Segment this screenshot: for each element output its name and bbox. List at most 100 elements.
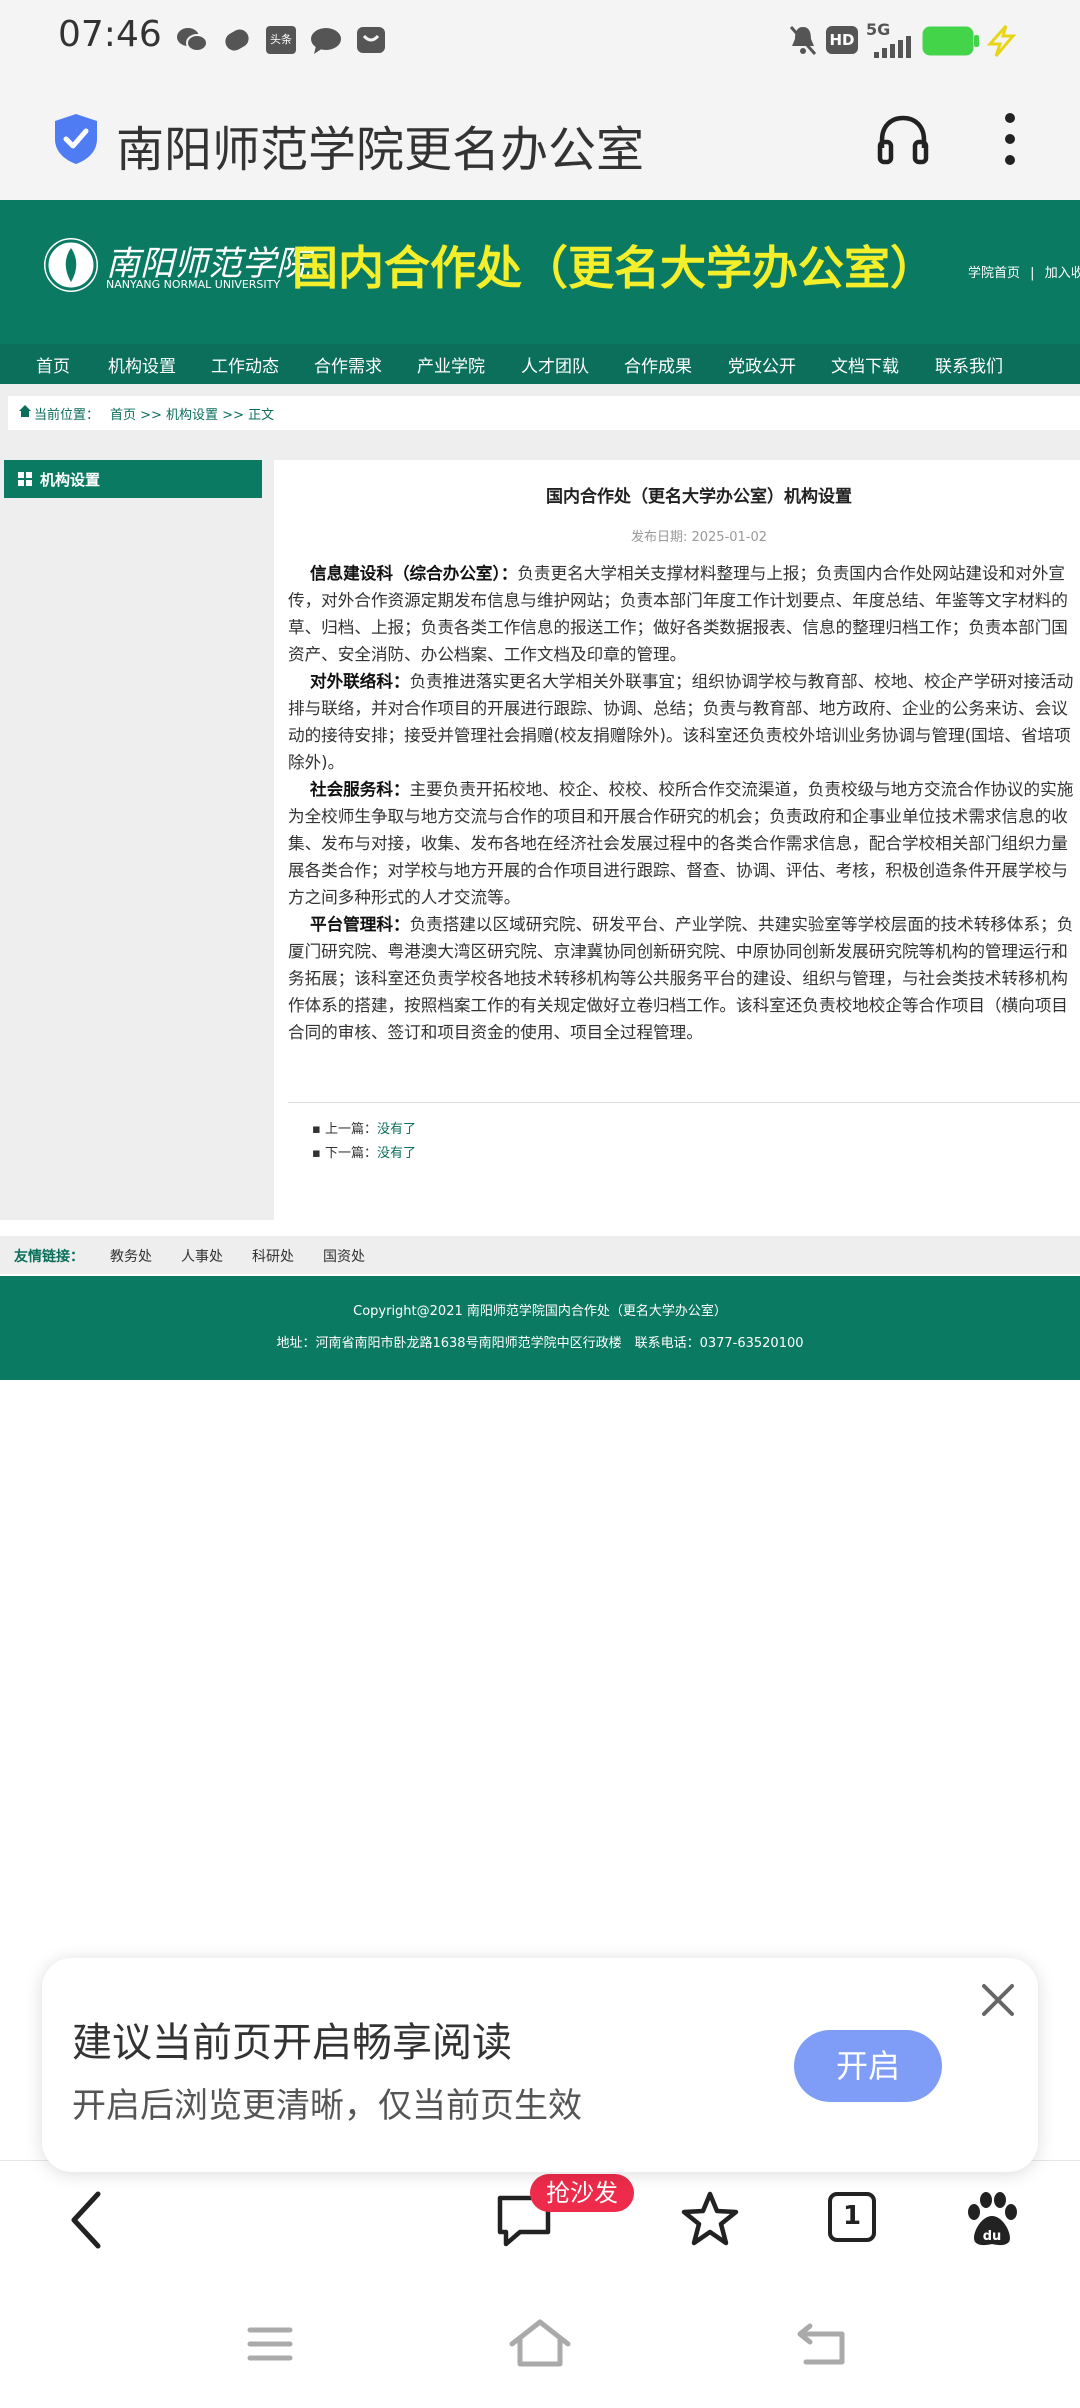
article-date: 发布日期: 2025-01-02 [630, 530, 768, 545]
main-nav-items: 首页 机构设置 工作动态 合作需求 产业学院 人才团队 合作成果 党政公开 文档… [0, 344, 1080, 384]
friend-link-research[interactable]: 科研处 [252, 1246, 294, 1266]
banner-subtitle: 开启后浏览更清晰，仅当前页生效 [72, 2086, 582, 2126]
nav-item-home[interactable]: 首页 [36, 352, 70, 377]
star-icon[interactable] [680, 2190, 740, 2248]
logo-english-name: NANYANG NORMAL UNIVERSITY [106, 278, 281, 291]
paragraph-line: 除外)。 [288, 753, 345, 772]
top-links: 学院首页 | 加入收 [968, 262, 1080, 281]
hd-icon: HD [826, 26, 858, 54]
svg-text:du: du [983, 2229, 1002, 2244]
spacer-band [0, 430, 1080, 460]
paragraph-head: 社会服务科： [310, 780, 410, 799]
baidu-paw-icon[interactable]: du [964, 2190, 1020, 2250]
paragraph-line: 合同的审核、签订和项目资金的使用、项目全过程管理。 [288, 1023, 703, 1042]
bag-icon [357, 27, 385, 53]
wechat-icon [177, 28, 208, 52]
status-time: 07:46 [58, 14, 162, 55]
paragraph-line: 厦门研究院、粤港澳大湾区研究院、京津冀协同创新研究院、中原协同创新发展研究院等机… [288, 942, 1068, 961]
back-nav-icon[interactable] [796, 2320, 848, 2366]
friend-link-assets[interactable]: 国资处 [323, 1246, 365, 1266]
next-label: 下一篇： [324, 1146, 377, 1161]
nav-item-talent[interactable]: 人才团队 [521, 352, 589, 377]
article-title: 国内合作处（更名大学办公室）机构设置 [546, 487, 852, 507]
nav-item-results[interactable]: 合作成果 [624, 352, 692, 377]
close-icon[interactable] [978, 1980, 1018, 2020]
nav-item-contact[interactable]: 联系我们 [935, 352, 1003, 377]
paragraph-line: 展各类合作；对学校与地方开展的合作项目进行跟踪、督查、协调、评估、考核，积极创造… [288, 861, 1068, 880]
mute-bell-icon [789, 26, 817, 55]
signal-icon [874, 36, 911, 58]
shield-icon [55, 114, 97, 164]
nav-item-news[interactable]: 工作动态 [211, 352, 279, 377]
divider [288, 1102, 1080, 1103]
paragraph-line: 为全校师生争取与地方交流与合作的项目和开展合作研究的机会；负责政府和企事业单位技… [288, 807, 1068, 826]
paragraph-line: 主要负责开拓校地、校企、校校、校所合作交流渠道，负责校级与地方交流合作协议的实施 [409, 780, 1074, 799]
enable-reading-button[interactable]: 开启 [794, 2030, 942, 2102]
paragraph-line: 方之间多种形式的人才交流等。 [288, 888, 521, 907]
tabs-button[interactable]: 1 [828, 2192, 876, 2242]
nav-item-industry-college[interactable]: 产业学院 [417, 352, 485, 377]
nav-item-organization[interactable]: 机构设置 [108, 352, 176, 377]
paragraph-line: 草、归档、上报；负责各类工作信息的报送工作；做好各类数据报表、信息的整理归档工作… [288, 618, 1068, 637]
friend-links-bar: 友情链接： 教务处 人事处 科研处 国资处 [0, 1236, 1080, 1274]
charging-icon [986, 25, 1016, 57]
comment-badge[interactable]: 抢沙发 [530, 2174, 634, 2212]
next-link[interactable]: 没有了 [377, 1146, 416, 1161]
headphones-icon[interactable] [876, 112, 930, 166]
nav-item-needs[interactable]: 合作需求 [314, 352, 382, 377]
breadcrumb-path[interactable]: 首页 >> 机构设置 >> 正文 [110, 404, 274, 423]
toutiao-icon: 头条 [266, 26, 296, 54]
page-title: 南阳师范学院更名办公室 [116, 122, 645, 178]
more-menu-icon[interactable] [998, 110, 1022, 168]
sidebar-heading-label: 机构设置 [40, 471, 101, 489]
logo-emblem[interactable] [44, 238, 98, 292]
paragraph-head: 平台管理科： [310, 915, 410, 934]
paragraph-line: 负责搭建以区域研究院、研发平台、产业学院、共建实验室等学校层面的技术转移体系；负 [409, 915, 1074, 934]
back-icon[interactable] [66, 2190, 106, 2250]
friend-link-hr[interactable]: 人事处 [181, 1246, 223, 1266]
prev-article: ▪ 上一篇：没有了 [312, 1122, 416, 1137]
banner-title: 建议当前页开启畅享阅读 [72, 2020, 512, 2066]
next-article: ▪ 下一篇：没有了 [312, 1146, 416, 1161]
nav-item-downloads[interactable]: 文档下载 [831, 352, 899, 377]
paragraph-line: 排与联络，并对合作项目的开展进行跟踪、协调、总结；负责与教育部、地方政府、企业的… [288, 699, 1068, 718]
footer-copyright: Copyright@2021 南阳师范学院国内合作处（更名大学办公室） [353, 1304, 727, 1319]
top-link-join[interactable]: 加入收 [1045, 266, 1080, 281]
home-icon [19, 405, 31, 417]
site-title: 国内合作处（更名大学办公室） [292, 241, 936, 295]
sidebar-heading[interactable]: 机构设置 [4, 460, 262, 498]
app-icon [225, 29, 249, 51]
nav-item-party[interactable]: 党政公开 [728, 352, 796, 377]
grid-icon [18, 472, 32, 486]
top-link-separator: | [1030, 266, 1035, 281]
top-link-home[interactable]: 学院首页 [968, 266, 1020, 281]
site-footer: Copyright@2021 南阳师范学院国内合作处（更名大学办公室） 地址：河… [0, 1276, 1080, 1380]
home-nav-icon[interactable] [508, 2318, 572, 2368]
message-icon [311, 28, 341, 54]
paragraph-line: 传，对外合作资源定期发布信息与维护网站；负责本部门年度工作计划要点、年度总结、年… [288, 591, 1068, 610]
menu-icon[interactable] [246, 2324, 294, 2364]
article-paragraph-social: 社会服务科：主要负责开拓校地、校企、校校、校所合作交流渠道，负责校级与地方交流合… [288, 776, 1080, 911]
paragraph-line: 作体系的搭建，按照档案工作的有关规定做好立卷归档工作。该科室还负责校地校企等合作… [288, 996, 1068, 1015]
friend-link-academic[interactable]: 教务处 [110, 1246, 152, 1266]
breadcrumb: 当前位置： 首页 >> 机构设置 >> 正文 [8, 396, 1080, 430]
breadcrumb-prefix: 当前位置： [34, 408, 100, 423]
status-bar: 07:46 [0, 0, 1080, 80]
sidebar [0, 460, 274, 1220]
battery-icon [922, 26, 979, 56]
friend-links-label: 友情链接： [14, 1249, 84, 1265]
paragraph-line: 资产、安全消防、办公档案、工作文档及印章的管理。 [288, 645, 687, 664]
article-paragraph-info: 信息建设科（综合办公室）：负责更名大学相关支撑材料整理与上报；负责国内合作处网站… [288, 560, 1080, 668]
paragraph-line: 务拓展；该科室还负责学校各地技术转移机构等公共服务平台的建设、组织与管理，与社会… [288, 969, 1068, 988]
paragraph-line: 动的接待安排；接受并管理社会捐赠(校友捐赠除外)。该科室还负责校外培训业务协调与… [288, 726, 1071, 745]
paragraph-line: 集、发布与对接，收集、发布各地在经济社会发展过程中的各类合作需求信息，配合学校相… [288, 834, 1068, 853]
footer-address: 地址：河南省南阳市卧龙路1638号南阳师范学院中区行政楼 联系电话：0377-6… [276, 1336, 804, 1351]
article-paragraph-liaison: 对外联络科：负责推进落实更名大学相关外联事宜；组织协调学校与教育部、校地、校企产… [288, 668, 1080, 776]
paragraph-line: 负责推进落实更名大学相关外联事宜；组织协调学校与教育部、校地、校企产学研对接活动 [409, 672, 1074, 691]
paragraph-head: 信息建设科（综合办公室）： [310, 564, 518, 583]
prev-link[interactable]: 没有了 [377, 1122, 416, 1137]
paragraph-head: 对外联络科： [310, 672, 410, 691]
paragraph-line: 负责更名大学相关支撑材料整理与上报；负责国内合作处网站建设和对外宣 [517, 564, 1066, 583]
article-paragraph-platform: 平台管理科：负责搭建以区域研究院、研发平台、产业学院、共建实验室等学校层面的技术… [288, 911, 1080, 1046]
prev-label: 上一篇： [324, 1122, 377, 1137]
